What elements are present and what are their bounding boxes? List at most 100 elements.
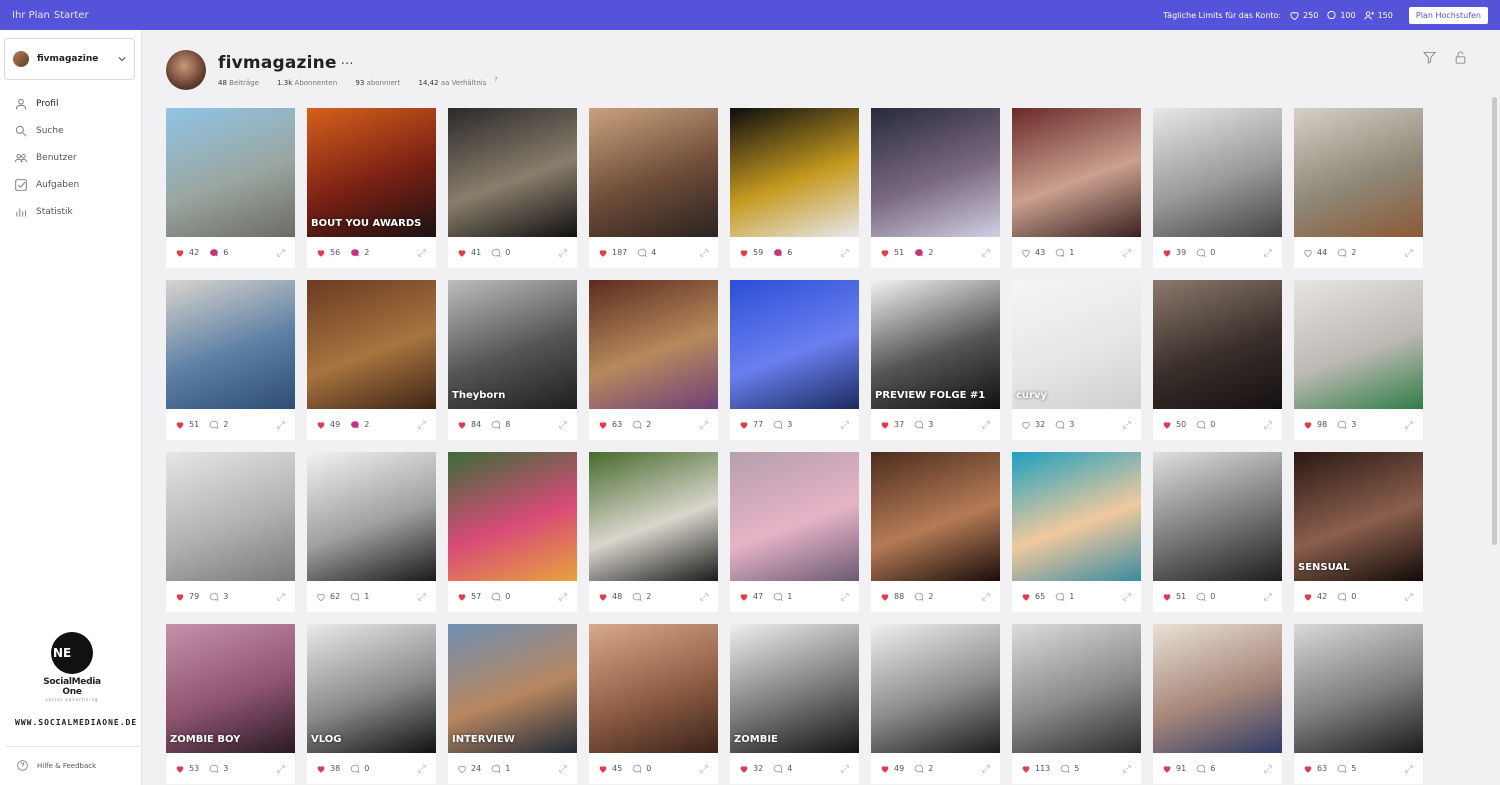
post-image[interactable] xyxy=(1153,108,1282,237)
expand-icon[interactable] xyxy=(840,764,850,774)
expand-icon[interactable] xyxy=(1404,420,1414,430)
heart-icon[interactable] xyxy=(598,592,608,602)
comment-icon[interactable] xyxy=(637,248,647,258)
comment-icon[interactable] xyxy=(491,592,501,602)
heart-icon[interactable] xyxy=(598,420,608,430)
heart-icon[interactable] xyxy=(1162,248,1172,258)
post-card[interactable]: 50 0 xyxy=(1153,280,1282,440)
heart-icon[interactable] xyxy=(1162,592,1172,602)
post-image[interactable] xyxy=(1294,108,1423,237)
post-image[interactable] xyxy=(589,624,718,753)
heart-icon[interactable] xyxy=(175,764,185,774)
expand-icon[interactable] xyxy=(1404,592,1414,602)
heart-icon[interactable] xyxy=(739,248,749,258)
comment-icon[interactable] xyxy=(1055,248,1065,258)
heart-icon[interactable] xyxy=(457,248,467,258)
more-options-button[interactable]: ··· xyxy=(341,57,354,72)
comment-icon[interactable] xyxy=(350,764,360,774)
expand-icon[interactable] xyxy=(1263,592,1273,602)
comment-icon[interactable] xyxy=(209,764,219,774)
post-card[interactable]: ZOMBIE 32 4 xyxy=(730,624,859,784)
post-card[interactable]: SENSUAL 42 0 xyxy=(1294,452,1423,612)
post-card[interactable]: 62 1 xyxy=(307,452,436,612)
expand-icon[interactable] xyxy=(699,248,709,258)
heart-icon[interactable] xyxy=(316,420,326,430)
expand-icon[interactable] xyxy=(1122,248,1132,258)
post-image[interactable] xyxy=(1294,624,1423,753)
comment-icon[interactable] xyxy=(773,248,783,258)
comment-icon[interactable] xyxy=(914,420,924,430)
expand-icon[interactable] xyxy=(1263,420,1273,430)
comment-icon[interactable] xyxy=(1196,764,1206,774)
expand-icon[interactable] xyxy=(699,592,709,602)
expand-icon[interactable] xyxy=(981,248,991,258)
comment-icon[interactable] xyxy=(1196,248,1206,258)
comment-icon[interactable] xyxy=(1337,764,1347,774)
post-image[interactable] xyxy=(1294,280,1423,409)
heart-icon[interactable] xyxy=(598,764,608,774)
comment-icon[interactable] xyxy=(632,420,642,430)
heart-icon[interactable] xyxy=(175,592,185,602)
expand-icon[interactable] xyxy=(840,248,850,258)
comment-icon[interactable] xyxy=(1337,248,1347,258)
post-card[interactable]: 49 2 xyxy=(871,624,1000,784)
comment-icon[interactable] xyxy=(773,764,783,774)
post-card[interactable]: 51 2 xyxy=(166,280,295,440)
post-image[interactable] xyxy=(871,108,1000,237)
post-card[interactable]: 42 6 xyxy=(166,108,295,268)
post-image[interactable] xyxy=(307,280,436,409)
comment-icon[interactable] xyxy=(914,764,924,774)
post-image[interactable] xyxy=(589,452,718,581)
expand-icon[interactable] xyxy=(417,420,427,430)
post-image[interactable]: ZOMBIE BOY xyxy=(166,624,295,753)
expand-icon[interactable] xyxy=(699,764,709,774)
heart-icon[interactable] xyxy=(457,592,467,602)
post-card[interactable]: 59 6 xyxy=(730,108,859,268)
expand-icon[interactable] xyxy=(1122,592,1132,602)
account-switcher[interactable]: fivmagazine xyxy=(4,38,135,80)
post-card[interactable]: VLOG 38 0 xyxy=(307,624,436,784)
post-image[interactable]: PREVIEW FOLGE #1 xyxy=(871,280,1000,409)
heart-icon[interactable] xyxy=(316,592,326,602)
comment-icon[interactable] xyxy=(1055,592,1065,602)
post-image[interactable] xyxy=(166,452,295,581)
post-image[interactable] xyxy=(307,452,436,581)
expand-icon[interactable] xyxy=(558,248,568,258)
sidebar-item-suche[interactable]: Suche xyxy=(0,117,141,144)
post-card[interactable]: curvy 32 3 xyxy=(1012,280,1141,440)
comment-icon[interactable] xyxy=(914,248,924,258)
heart-icon[interactable] xyxy=(1021,420,1031,430)
expand-icon[interactable] xyxy=(276,592,286,602)
post-image[interactable] xyxy=(1153,280,1282,409)
comment-icon[interactable] xyxy=(1337,420,1347,430)
comment-icon[interactable] xyxy=(1337,592,1347,602)
heart-icon[interactable] xyxy=(1021,248,1031,258)
post-card[interactable]: 57 0 xyxy=(448,452,577,612)
post-card[interactable]: INTERVIEW 24 1 xyxy=(448,624,577,784)
post-image[interactable] xyxy=(1012,452,1141,581)
comment-icon[interactable] xyxy=(773,592,783,602)
post-card[interactable]: 47 1 xyxy=(730,452,859,612)
scrollbar[interactable] xyxy=(1492,97,1497,545)
expand-icon[interactable] xyxy=(840,420,850,430)
comment-icon[interactable] xyxy=(632,764,642,774)
comment-icon[interactable] xyxy=(350,592,360,602)
comment-icon[interactable] xyxy=(773,420,783,430)
expand-icon[interactable] xyxy=(558,592,568,602)
heart-icon[interactable] xyxy=(739,420,749,430)
expand-icon[interactable] xyxy=(276,248,286,258)
expand-icon[interactable] xyxy=(558,764,568,774)
heart-icon[interactable] xyxy=(1021,592,1031,602)
post-card[interactable]: 49 2 xyxy=(307,280,436,440)
heart-icon[interactable] xyxy=(1303,248,1313,258)
comment-icon[interactable] xyxy=(350,420,360,430)
heart-icon[interactable] xyxy=(316,764,326,774)
post-card[interactable]: 48 2 xyxy=(589,452,718,612)
post-card[interactable]: Theyborn 84 8 xyxy=(448,280,577,440)
heart-icon[interactable] xyxy=(1303,592,1313,602)
expand-icon[interactable] xyxy=(1263,248,1273,258)
post-card[interactable]: 65 1 xyxy=(1012,452,1141,612)
expand-icon[interactable] xyxy=(417,592,427,602)
post-card[interactable]: ZOMBIE BOY 53 3 xyxy=(166,624,295,784)
comment-icon[interactable] xyxy=(1196,420,1206,430)
